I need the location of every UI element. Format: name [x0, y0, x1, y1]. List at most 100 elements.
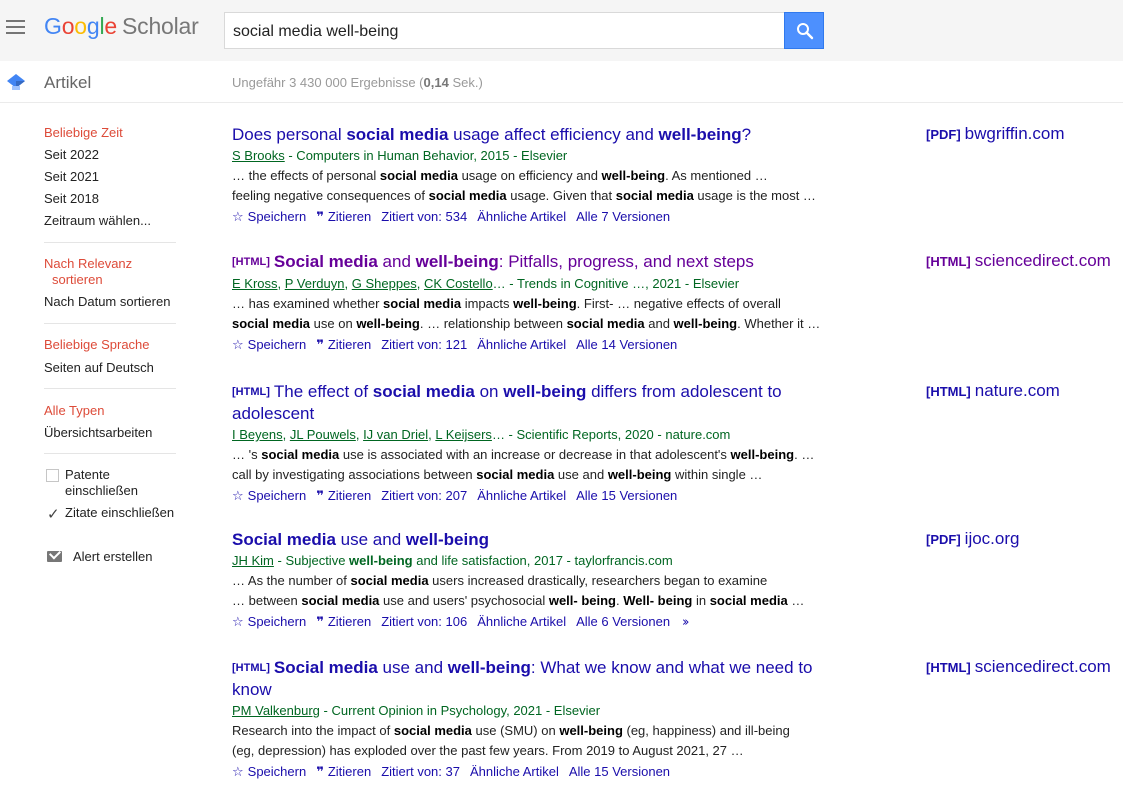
cited-by-link[interactable]: Zitiert von: 37 — [381, 762, 460, 782]
fulltext-link[interactable]: [PDF] bwgriffin.com — [926, 124, 1065, 144]
related-articles-link[interactable]: Ähnliche Artikel — [477, 486, 566, 506]
result-title-link[interactable]: [HTML] Social media use and well-being: W… — [232, 657, 822, 700]
author-link[interactable]: I Beyens — [232, 427, 283, 442]
save-button[interactable]: ☆ Speichern — [232, 612, 306, 633]
cite-button[interactable]: ❞ Zitieren — [316, 762, 371, 783]
author-link[interactable]: JL Pouwels — [290, 427, 356, 442]
related-articles-link[interactable]: Ähnliche Artikel — [470, 762, 559, 782]
fulltext-type: [HTML] — [926, 660, 971, 675]
include-citations-checkbox[interactable] — [46, 505, 60, 523]
google-scholar-logo[interactable]: Google Scholar — [44, 13, 199, 40]
more-chevron-icon[interactable]: ›› — [682, 613, 690, 633]
author-link[interactable]: IJ van Driel — [363, 427, 428, 442]
result-title-link[interactable]: [HTML] Social media and well-being: Pitfa… — [232, 251, 822, 273]
cite-button[interactable]: ❞ Zitieren — [316, 207, 371, 228]
fulltext-link[interactable]: [HTML] sciencedirect.com — [926, 657, 1111, 677]
all-versions-link[interactable]: Alle 6 Versionen — [576, 612, 670, 632]
result-meta: JH Kim - Subjective well-being and life … — [232, 553, 673, 568]
stats-time: 0,14 — [423, 75, 449, 90]
fulltext-domain: sciencedirect.com — [974, 657, 1111, 676]
sort-by-date[interactable]: Nach Datum sortieren — [44, 294, 170, 309]
cited-by-link[interactable]: Zitiert von: 534 — [381, 207, 467, 227]
graduation-cap-icon — [7, 74, 25, 90]
result-actions: ☆ Speichern ❞ Zitieren Zitiert von: 106 Ähnli… — [232, 612, 1122, 633]
all-versions-link[interactable]: Alle 15 Versionen — [576, 486, 677, 506]
search-button[interactable] — [784, 12, 824, 49]
search-input[interactable]: social media well-being — [224, 12, 785, 49]
divider — [44, 453, 176, 454]
related-articles-link[interactable]: Ähnliche Artikel — [477, 335, 566, 355]
result-title-link[interactable]: Social media use and well-being — [232, 529, 822, 550]
result-actions: ☆ Speichern ❞ Zitieren Zitiert von: 37 Ähnlic… — [232, 762, 1122, 783]
create-alert-link[interactable]: Alert erstellen — [73, 549, 152, 564]
filter-review-articles[interactable]: Übersichtsarbeiten — [44, 425, 152, 440]
result-snippet: … As the number of social media users in… — [232, 573, 805, 608]
section-label: Artikel — [44, 73, 92, 92]
result-item: [HTML] Social media and well-being: Pitfa… — [232, 251, 1122, 356]
logo-letter: o — [74, 13, 87, 39]
star-outline-icon: ☆ — [232, 210, 244, 225]
result-meta: S Brooks - Computers in Human Behavior, … — [232, 148, 568, 163]
filter-since-2018[interactable]: Seit 2018 — [44, 191, 99, 206]
fulltext-link[interactable]: [PDF] ijoc.org — [926, 529, 1019, 549]
include-citations-label[interactable]: Zitate einschließen — [65, 505, 174, 521]
author-link[interactable]: PM Valkenburg — [232, 703, 320, 718]
all-versions-link[interactable]: Alle 7 Versionen — [576, 207, 670, 227]
result-actions: ☆ Speichern ❞ Zitieren Zitiert von: 534 Ähnli… — [232, 207, 1122, 228]
filter-since-2022[interactable]: Seit 2022 — [44, 147, 99, 162]
author-link[interactable]: CK Costello — [424, 276, 493, 291]
cite-button[interactable]: ❞ Zitieren — [316, 486, 371, 507]
result-meta: E Kross, P Verduyn, G Sheppes, CK Costel… — [232, 276, 740, 291]
all-versions-link[interactable]: Alle 14 Versionen — [576, 335, 677, 355]
author-link[interactable]: JH Kim — [232, 553, 274, 568]
quote-icon: ❞ — [316, 210, 324, 225]
all-versions-link[interactable]: Alle 15 Versionen — [569, 762, 670, 782]
fulltext-link[interactable]: [HTML] sciencedirect.com — [926, 251, 1111, 271]
sort-by-relevance[interactable]: Nach Relevanz sortieren — [44, 256, 132, 287]
result-title-link[interactable]: Does personal social media usage affect … — [232, 124, 822, 145]
filter-since-2021[interactable]: Seit 2021 — [44, 169, 99, 184]
filter-custom-range[interactable]: Zeitraum wählen... — [44, 213, 151, 228]
include-patents-checkbox[interactable] — [46, 469, 59, 482]
author-link[interactable]: P Verduyn — [285, 276, 345, 291]
cited-by-link[interactable]: Zitiert von: 106 — [381, 612, 467, 632]
search-icon — [797, 23, 814, 40]
include-patents-label[interactable]: Patente einschließen — [65, 467, 138, 499]
fulltext-domain: bwgriffin.com — [964, 124, 1065, 143]
save-button[interactable]: ☆ Speichern — [232, 207, 306, 228]
cite-button[interactable]: ❞ Zitieren — [316, 335, 371, 356]
filter-any-time[interactable]: Beliebige Zeit — [44, 125, 123, 140]
divider — [44, 388, 176, 389]
save-button[interactable]: ☆ Speichern — [232, 762, 306, 783]
author-link[interactable]: E Kross — [232, 276, 278, 291]
related-articles-link[interactable]: Ähnliche Artikel — [477, 612, 566, 632]
logo-letter: o — [61, 13, 75, 39]
top-bar: Google Scholar social media well-being — [0, 0, 1123, 61]
save-button[interactable]: ☆ Speichern — [232, 486, 306, 507]
author-link[interactable]: G Sheppes — [352, 276, 417, 291]
result-snippet: Research into the impact of social media… — [232, 723, 790, 758]
logo-letter: g — [86, 13, 100, 39]
format-tag: [HTML] — [232, 662, 270, 674]
result-meta: PM Valkenburg - Current Opinion in Psych… — [232, 703, 601, 718]
fulltext-domain: ijoc.org — [964, 529, 1020, 548]
cited-by-link[interactable]: Zitiert von: 207 — [381, 486, 467, 506]
logo-scholar-text: Scholar — [122, 13, 199, 39]
star-outline-icon: ☆ — [232, 489, 244, 504]
filter-all-types[interactable]: Alle Typen — [44, 403, 104, 418]
fulltext-link[interactable]: [HTML] nature.com — [926, 381, 1060, 401]
save-button[interactable]: ☆ Speichern — [232, 335, 306, 356]
sort-relevance-line2: sortieren — [52, 272, 103, 287]
cited-by-link[interactable]: Zitiert von: 121 — [381, 335, 467, 355]
mail-icon — [47, 551, 62, 562]
result-title-link[interactable]: [HTML] The effect of social media on well… — [232, 381, 822, 424]
author-link[interactable]: L Keijsers — [435, 427, 492, 442]
author-link[interactable]: S Brooks — [232, 148, 285, 163]
cite-button[interactable]: ❞ Zitieren — [316, 612, 371, 633]
filter-any-language[interactable]: Beliebige Sprache — [44, 337, 150, 352]
star-outline-icon: ☆ — [232, 338, 244, 353]
filter-german-pages[interactable]: Seiten auf Deutsch — [44, 360, 154, 375]
related-articles-link[interactable]: Ähnliche Artikel — [477, 207, 566, 227]
sort-relevance-line1: Nach Relevanz — [44, 256, 133, 271]
menu-icon[interactable] — [6, 20, 25, 34]
